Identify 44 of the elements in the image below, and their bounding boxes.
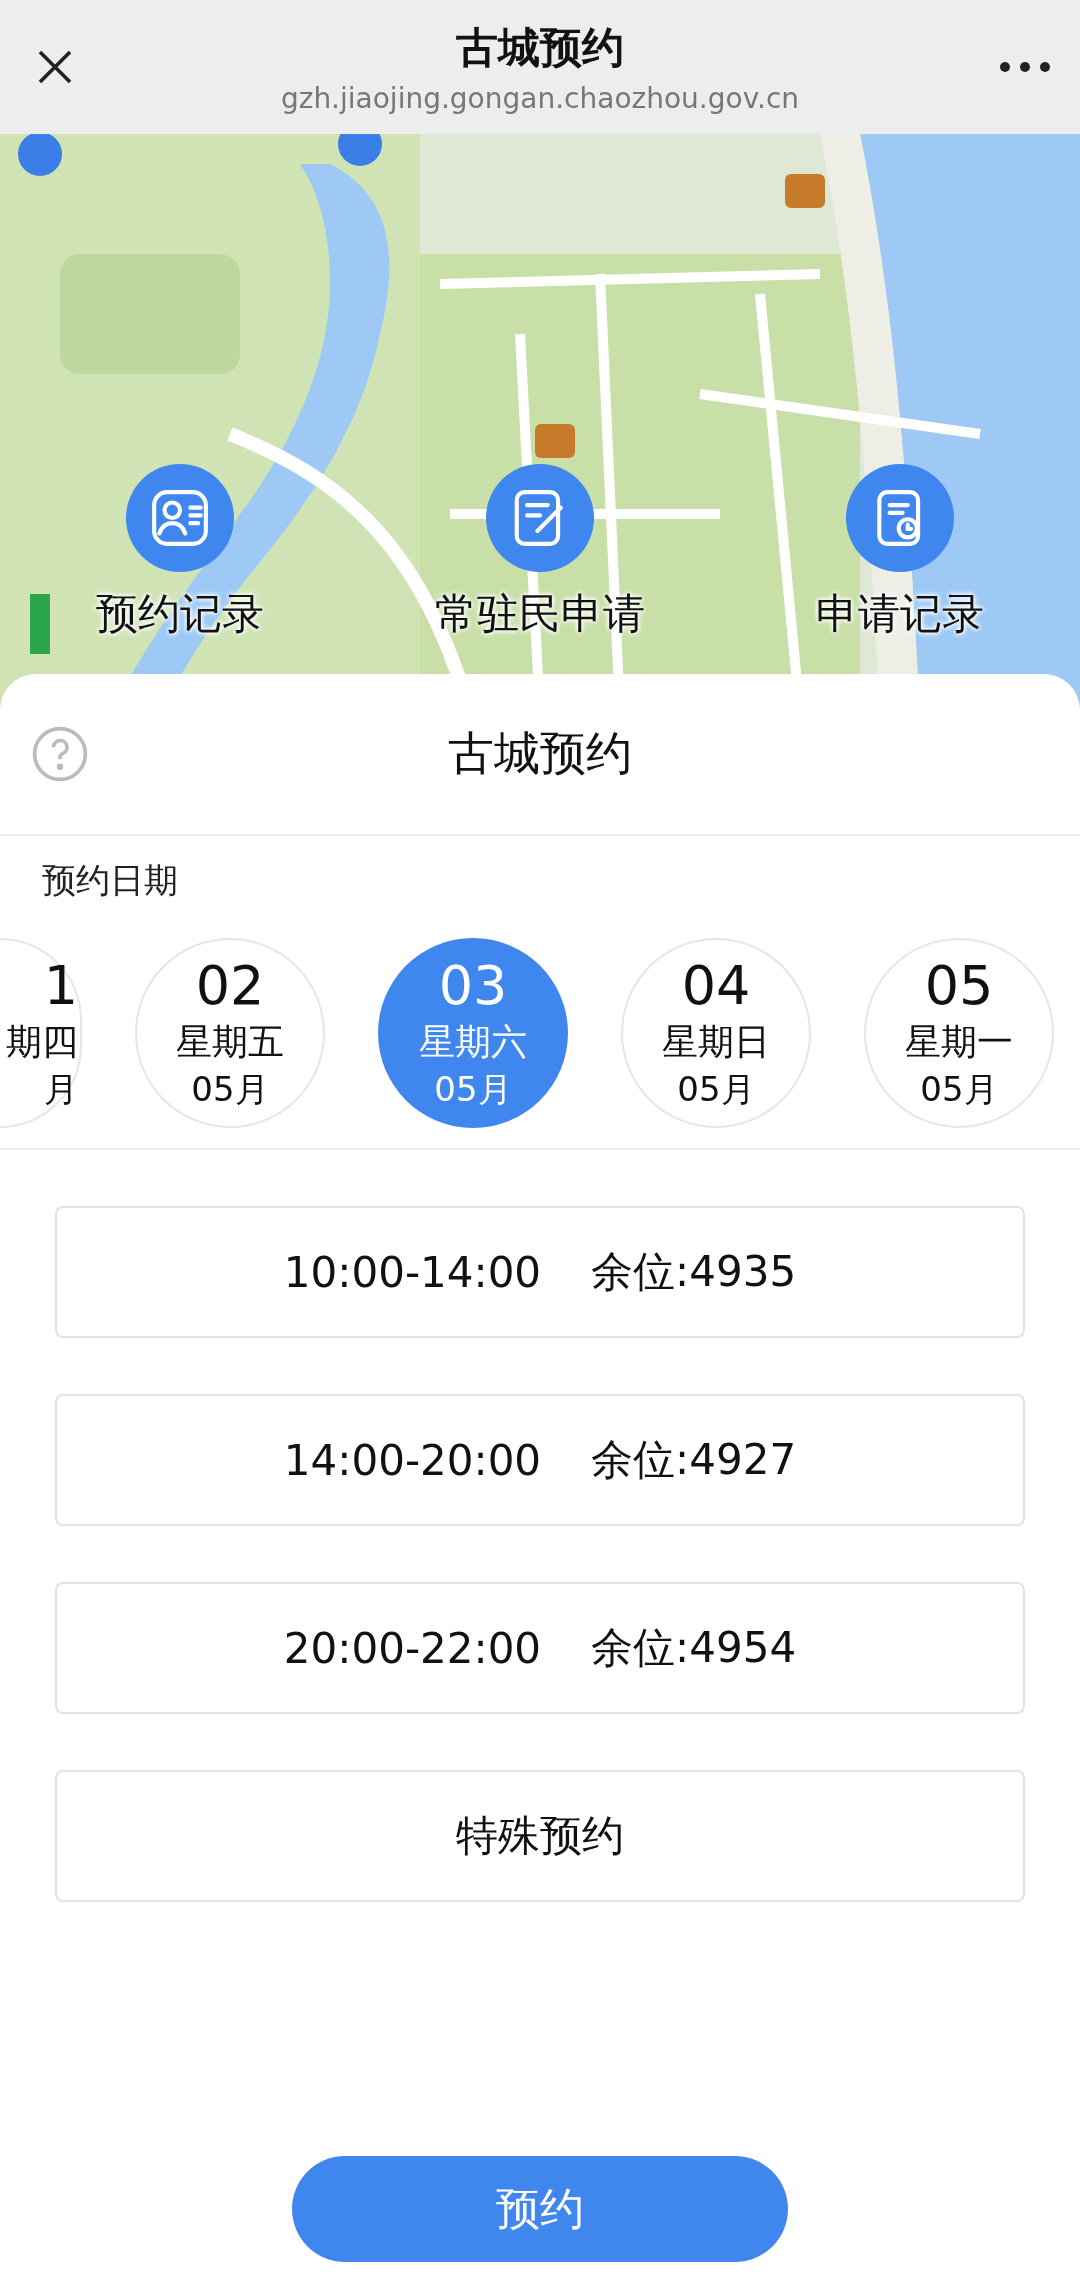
special-booking-option[interactable]: 特殊预约 [55,1770,1025,1902]
date-day: 05 [924,955,994,1017]
date-option[interactable]: 05 星期一 05月 [864,938,1054,1128]
slot-remaining: 余位:4935 [591,1246,797,1298]
more-icon [999,61,1051,73]
help-icon [31,725,89,783]
time-slot-option[interactable]: 14:00-20:00 余位:4927 [55,1394,1025,1526]
date-day: 03 [438,955,508,1017]
date-weekday: 星期五 [176,1020,284,1064]
slot-remaining: 余位:4927 [591,1434,797,1486]
date-option[interactable]: 03 星期六 05月 [378,938,568,1128]
page-title: 古城预约 [456,21,624,74]
shortcut-button[interactable]: 预约记录 [96,464,264,642]
date-weekday: 星期六 [419,1020,527,1064]
date-weekday: 星期一 [905,1020,1013,1064]
date-month: 05月 [434,1068,512,1111]
shortcut-label: 常驻民申请 [435,588,645,640]
shortcut-button[interactable]: 常驻民申请 [435,464,645,642]
shortcut-button[interactable]: 申请记录 [816,464,984,642]
time-slot-option[interactable]: 20:00-22:00 余位:4954 [55,1582,1025,1714]
slot-time: 10:00-14:00 [283,1247,542,1297]
date-month: 05月 [191,1068,269,1111]
date-month: 05月 [920,1068,998,1111]
date-month: 月 [44,1068,78,1111]
date-day: 1 [43,955,78,1017]
date-day: 02 [195,955,265,1017]
date-month: 05月 [677,1068,755,1111]
sheet-title: 古城预约 [447,725,633,782]
slot-remaining: 余位:4954 [591,1622,797,1674]
shortcut-label: 预约记录 [96,588,264,640]
section-label: 预约日期 [41,859,179,902]
shortcut-label: 申请记录 [816,588,984,640]
page-url: gzh.jiaojing.gongan.chaozhou.gov.cn [280,81,800,115]
time-slot-option[interactable]: 10:00-14:00 余位:4935 [55,1206,1025,1338]
date-option[interactable]: 1 期四 月 [0,938,82,1128]
slot-time: 20:00-22:00 [283,1623,542,1673]
date-weekday: 星期日 [662,1020,770,1064]
date-option[interactable]: 02 星期五 05月 [135,938,325,1128]
date-day: 04 [681,955,751,1017]
person-list-icon [149,487,211,549]
submit-button[interactable]: 预约 [292,2156,788,2262]
date-option[interactable]: 04 星期日 05月 [621,938,811,1128]
date-weekday: 期四 [6,1020,78,1064]
slot-time: 14:00-20:00 [283,1435,542,1485]
